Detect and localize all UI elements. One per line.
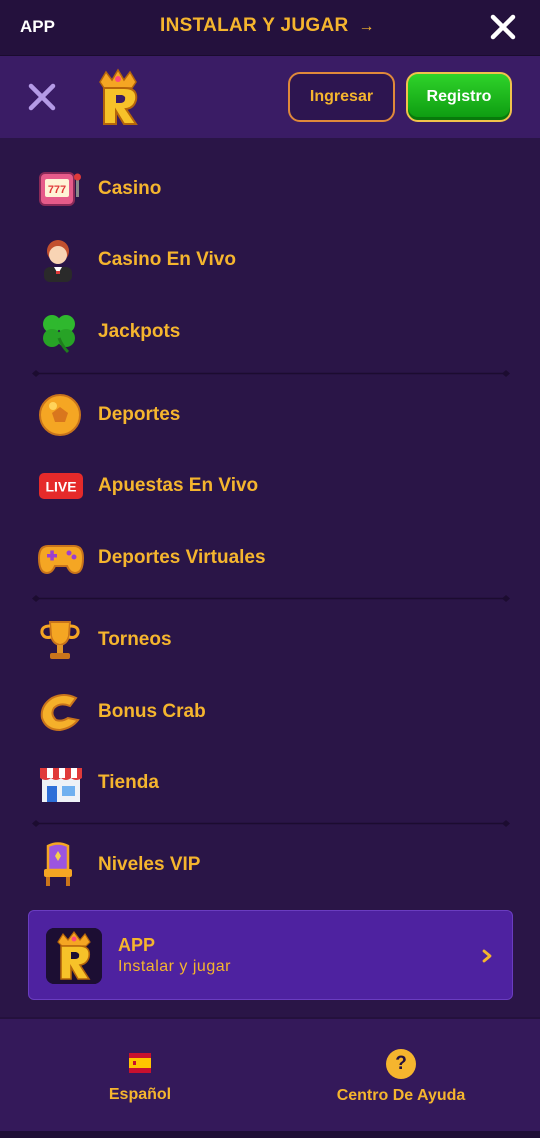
crab-claw-icon xyxy=(40,694,80,732)
install-banner[interactable]: APP INSTALAR Y JUGAR → xyxy=(0,0,540,56)
menu-label: Niveles VIP xyxy=(98,854,201,875)
menu-label: Deportes Virtuales xyxy=(98,547,266,568)
help-center-label: Centro De Ayuda xyxy=(336,1087,466,1104)
close-menu-icon[interactable] xyxy=(27,82,57,112)
install-label: INSTALAR Y JUGAR xyxy=(160,15,349,36)
chevron-right-icon xyxy=(482,949,492,963)
svg-text:777: 777 xyxy=(48,184,66,196)
shop-icon xyxy=(40,768,82,802)
language-label: Español xyxy=(108,1086,172,1103)
arrow-right-icon: → xyxy=(358,18,375,35)
menu-label: Casino En Vivo xyxy=(98,249,236,270)
login-button[interactable]: Ingresar xyxy=(288,72,395,122)
language-selector[interactable]: Español xyxy=(104,1053,176,1104)
menu-label: Apuestas En Vivo xyxy=(98,475,259,496)
menu-item-niveles-vip[interactable]: Niveles VIP xyxy=(28,835,512,895)
menu-footer: Español ? Centro De Ayuda xyxy=(0,1017,540,1131)
live-badge-icon: LIVE xyxy=(39,473,83,499)
brand-logo-icon[interactable] xyxy=(94,68,142,126)
menu-item-deportes[interactable]: Deportes xyxy=(28,385,512,445)
section-divider xyxy=(32,595,510,602)
close-icon[interactable] xyxy=(488,12,518,42)
menu-item-torneos[interactable]: Torneos xyxy=(28,610,512,670)
register-button[interactable]: Registro xyxy=(406,72,512,122)
spain-flag-icon xyxy=(129,1053,151,1073)
install-app-card[interactable]: APP Instalar y jugar xyxy=(28,910,513,1000)
help-center-link[interactable]: ? Centro De Ayuda xyxy=(320,1049,482,1105)
section-divider xyxy=(32,370,510,377)
menu-label: Jackpots xyxy=(98,321,181,342)
bottom-edge xyxy=(0,1131,540,1138)
menu-item-deportes-virtuales[interactable]: Deportes Virtuales xyxy=(28,528,512,588)
section-divider xyxy=(32,820,510,827)
app-card-subtitle: Instalar y jugar xyxy=(118,958,231,975)
menu-label: Tienda xyxy=(98,772,159,793)
trophy-icon xyxy=(40,621,80,659)
menu-label: Bonus Crab xyxy=(98,701,206,722)
menu-label: Deportes xyxy=(98,404,181,425)
vip-throne-icon xyxy=(44,842,72,886)
live-dealer-icon xyxy=(44,240,72,282)
menu-item-apuestas-en-vivo[interactable]: LIVE Apuestas En Vivo xyxy=(28,456,512,516)
site-header: Ingresar Registro xyxy=(0,56,540,138)
soccer-ball-icon xyxy=(39,394,81,436)
question-icon: ? xyxy=(386,1049,416,1079)
menu-label: Casino xyxy=(98,178,162,199)
install-and-play-link[interactable]: INSTALAR Y JUGAR → xyxy=(160,15,375,37)
menu-item-tienda[interactable]: Tienda xyxy=(28,753,512,813)
menu-item-jackpots[interactable]: Jackpots xyxy=(28,302,512,362)
clover-icon xyxy=(43,315,75,354)
menu-item-bonus-crab[interactable]: Bonus Crab xyxy=(28,682,512,742)
menu-label: Torneos xyxy=(98,629,172,650)
app-card-title: APP xyxy=(118,935,156,955)
menu-item-casino[interactable]: 777 Casino xyxy=(28,159,512,219)
menu-item-casino-en-vivo[interactable]: Casino En Vivo xyxy=(28,230,512,290)
gamepad-icon xyxy=(38,545,84,575)
slot-machine-icon: 777 xyxy=(39,172,81,206)
live-badge-text: LIVE xyxy=(45,479,76,495)
app-logo-icon xyxy=(46,928,102,984)
banner-app-label: APP xyxy=(20,17,55,36)
